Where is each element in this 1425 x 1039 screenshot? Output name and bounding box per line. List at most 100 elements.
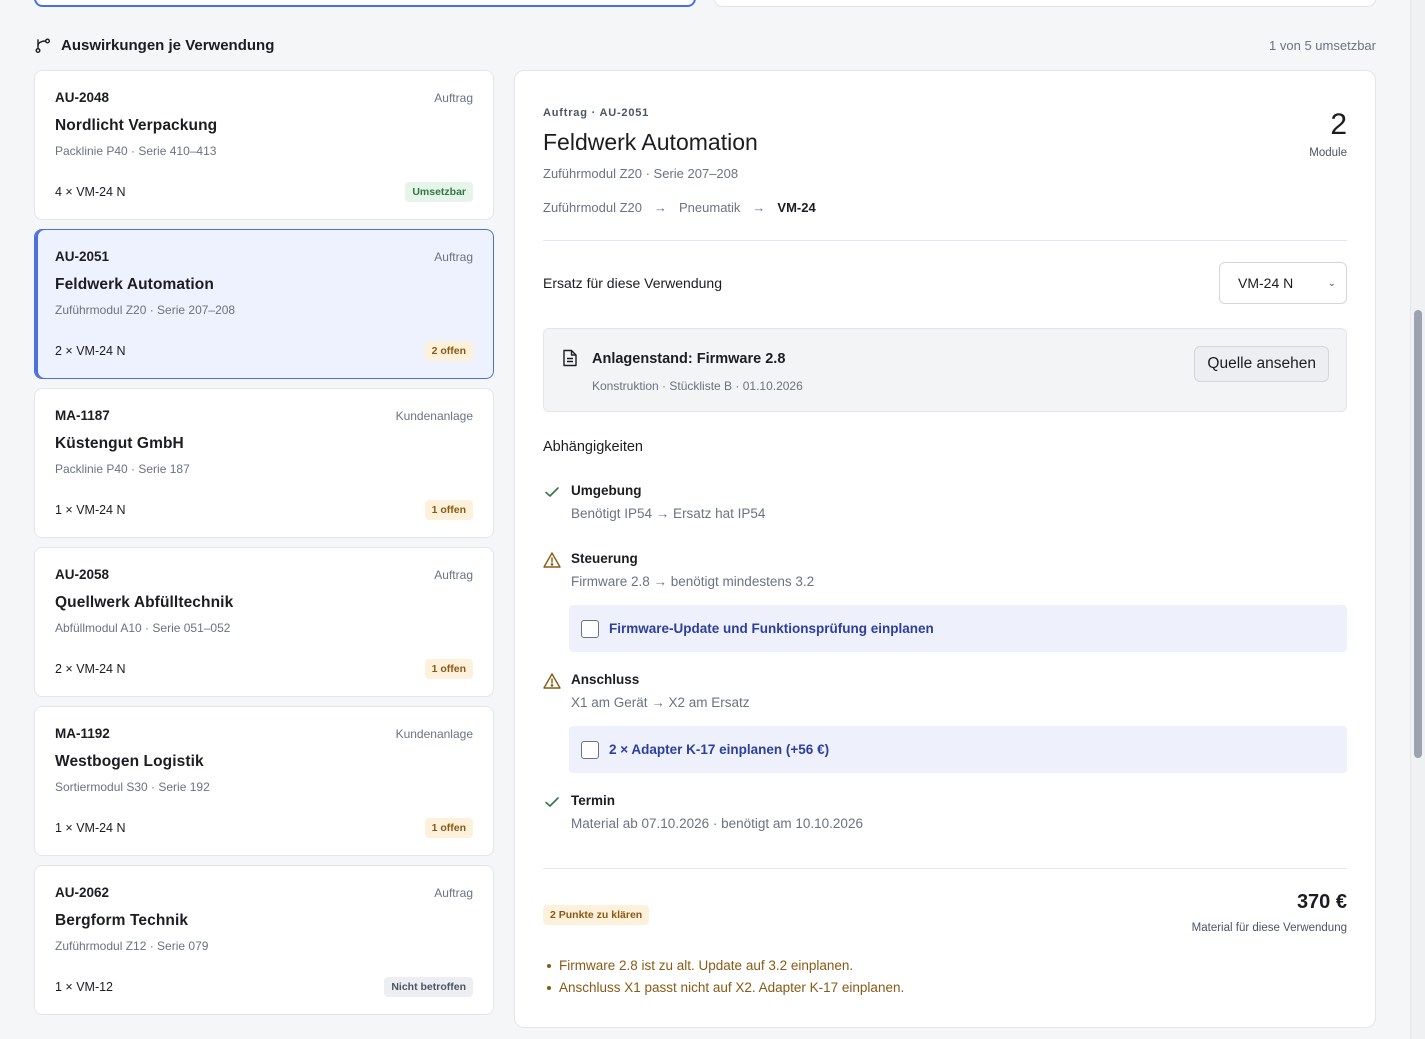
action-label: 2 × Adapter K-17 einplanen (+56 €) (609, 742, 830, 757)
issue-text: Anschluss X1 passt nicht auf X2. Adapter… (559, 980, 905, 995)
arrow-right-icon: → (654, 200, 667, 215)
usage-card[interactable]: MA-1187 Kundenanlage Küstengut GmbH Packl… (34, 388, 494, 538)
breadcrumb-current: VM-24 (777, 200, 816, 215)
open-points-badge: 2 Punkte zu klären (543, 905, 650, 925)
card-id: MA-1187 (55, 408, 110, 423)
detail-subtitle: Zuführmodul Z20 · Serie 207–208 (543, 166, 739, 181)
card-quantity: 1 × VM-24 N (55, 821, 126, 835)
usage-card[interactable]: AU-2058 Auftrag Quellwerk Abfülltechnik A… (34, 547, 494, 697)
check-icon (545, 487, 559, 497)
dependency-text: Material ab 07.10.2026 · benötigt am 10.… (571, 816, 863, 831)
previous-card[interactable] (714, 0, 1376, 7)
card-subtitle: Zuführmodul Z12 · Serie 079 (55, 939, 209, 953)
dependency-text: Firmware 2.8 → benötigt mindestens 3.2 (571, 574, 815, 589)
material-total-label: Material für diese Verwendung (1191, 922, 1347, 934)
card-name: Feldwerk Automation (55, 276, 214, 293)
action-item[interactable]: 2 × Adapter K-17 einplanen (+56 €) (569, 726, 1347, 773)
usage-card-selected[interactable]: AU-2051 Auftrag Feldwerk Automation Zufüh… (34, 229, 494, 379)
card-id: AU-2058 (55, 567, 110, 582)
detail-panel: Auftrag · AU-2051 Feldwerk Automation Zu… (514, 70, 1376, 1028)
breadcrumb-item: Zuführmodul Z20 (543, 200, 642, 215)
card-id: AU-2048 (55, 90, 110, 105)
source-title: Anlagenstand: Firmware 2.8 (592, 351, 786, 367)
issue-item: Firmware 2.8 ist zu alt. Update auf 3.2 … (547, 958, 904, 973)
card-type: Auftrag (434, 886, 473, 900)
action-checkbox[interactable] (581, 619, 599, 638)
usage-list: AU-2048 Auftrag Nordlicht Verpackung Pack… (34, 70, 494, 1024)
module-count-label: Module (1309, 147, 1347, 159)
card-quantity: 1 × VM-24 N (55, 503, 126, 517)
warning-icon (543, 552, 561, 568)
source-subtitle: Konstruktion · Stückliste B · 01.10.2026 (592, 379, 803, 393)
warning-icon (543, 673, 561, 689)
status-badge: Nicht betroffen (384, 977, 473, 997)
card-quantity: 4 × VM-24 N (55, 185, 126, 199)
divider (543, 868, 1347, 869)
section-header: Auswirkungen je Verwendung 1 von 5 umset… (34, 34, 1376, 56)
material-total: 370 € Material für diese Verwendung (1192, 891, 1347, 934)
usage-card[interactable]: AU-2048 Auftrag Nordlicht Verpackung Pack… (34, 70, 494, 220)
dependencies-title: Abhängigkeiten (543, 439, 643, 455)
card-subtitle: Zuführmodul Z20 · Serie 207–208 (55, 303, 236, 317)
card-type: Auftrag (434, 91, 473, 105)
module-count: 2 Module (1309, 107, 1347, 159)
status-badge: 1 offen (424, 818, 473, 838)
card-quantity: 2 × VM-24 N (55, 344, 126, 358)
material-total-value: 370 € (1296, 891, 1347, 913)
card-quantity: 1 × VM-12 (55, 980, 114, 994)
dependency-title: Anschluss (571, 672, 640, 687)
card-name: Westbogen Logistik (55, 753, 204, 770)
section-title-text: Auswirkungen je Verwendung (61, 36, 275, 54)
dependency-title: Steuerung (571, 551, 638, 566)
card-id: MA-1192 (55, 726, 110, 741)
divider (543, 240, 1347, 241)
replacement-select-value: VM-24 N (1238, 275, 1294, 291)
module-count-value: 2 (1330, 108, 1347, 141)
card-name: Quellwerk Abfülltechnik (55, 594, 234, 611)
section-title: Auswirkungen je Verwendung (34, 37, 274, 54)
usage-card[interactable]: MA-1192 Kundenanlage Westbogen Logistik S… (34, 706, 494, 856)
chevron-down-icon: ⌄ (1327, 277, 1336, 289)
previous-card-selected[interactable] (34, 0, 696, 7)
card-subtitle: Packlinie P40 · Serie 187 (55, 462, 190, 476)
feasible-count: 1 von 5 umsetzbar (1269, 37, 1376, 53)
replacement-label: Ersatz für diese Verwendung (543, 275, 722, 291)
dependency-text: X1 am Gerät → X2 am Ersatz (571, 695, 750, 710)
view-source-button[interactable]: Quelle ansehen (1194, 346, 1329, 382)
bullet (547, 985, 551, 990)
dependency-title: Umgebung (571, 483, 642, 498)
status-badge: 1 offen (424, 659, 473, 679)
breadcrumb-item: Pneumatik (679, 200, 741, 215)
issue-item: Anschluss X1 passt nicht auf X2. Adapter… (547, 980, 904, 995)
document-icon (563, 349, 577, 367)
detail-kicker: Auftrag · AU-2051 (543, 107, 650, 119)
card-type: Auftrag (434, 250, 473, 264)
replacement-row: Ersatz für diese Verwendung VM-24 N ⌄ (543, 262, 1347, 304)
scrollbar-thumb[interactable] (1414, 310, 1422, 758)
usage-card[interactable]: AU-2062 Auftrag Bergform Technik Zuführmo… (34, 865, 494, 1015)
card-subtitle: Sortiermodul S30 · Serie 192 (55, 780, 210, 794)
check-icon (545, 797, 559, 807)
bullet (547, 963, 551, 968)
card-id: AU-2062 (55, 885, 110, 900)
card-subtitle: Packlinie P40 · Serie 410–413 (55, 144, 217, 158)
replacement-select[interactable]: VM-24 N ⌄ (1219, 262, 1347, 304)
dependency-title: Termin (571, 793, 616, 808)
card-subtitle: Abfüllmodul A10 · Serie 051–052 (55, 621, 231, 635)
action-item[interactable]: Firmware-Update und Funktionsprüfung ein… (569, 605, 1347, 652)
card-name: Bergform Technik (55, 912, 189, 929)
arrow-right-icon: → (752, 200, 766, 215)
card-type: Kundenanlage (395, 409, 473, 423)
card-name: Nordlicht Verpackung (55, 117, 218, 134)
scrollbar[interactable] (1410, 0, 1425, 1039)
card-type: Auftrag (434, 568, 473, 582)
card-id: AU-2051 (55, 249, 110, 264)
action-label: Firmware-Update und Funktionsprüfung ein… (609, 621, 934, 636)
detail-title: Feldwerk Automation (543, 129, 758, 155)
breadcrumb: Zuführmodul Z20 → Pneumatik → VM-24 (543, 200, 816, 215)
action-checkbox[interactable] (581, 740, 599, 759)
status-badge: 1 offen (424, 500, 473, 520)
card-name: Küstengut GmbH (55, 435, 184, 452)
card-quantity: 2 × VM-24 N (55, 662, 126, 676)
card-type: Kundenanlage (395, 727, 473, 741)
